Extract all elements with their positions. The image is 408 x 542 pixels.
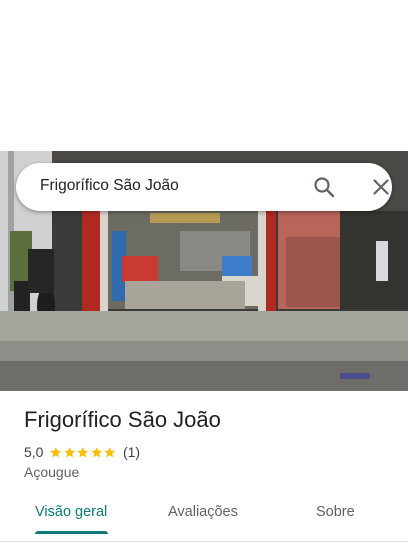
search-bar[interactable]: Frigorífico São João	[16, 163, 392, 211]
tab-overview[interactable]: Visão geral	[35, 504, 107, 520]
rating-stars	[49, 446, 117, 459]
star-icon	[91, 446, 103, 457]
tab-about[interactable]: Sobre	[316, 504, 355, 520]
close-icon[interactable]	[369, 175, 393, 199]
rating-row[interactable]: 5,0 (1)	[24, 443, 140, 461]
star-icon	[64, 446, 76, 457]
star-icon	[50, 446, 62, 457]
place-title: Frigorífico São João	[24, 407, 221, 432]
place-category: Açougue	[24, 464, 80, 480]
rating-value: 5,0	[24, 444, 44, 460]
tab-selected-indicator	[35, 531, 108, 534]
star-icon	[104, 446, 116, 457]
search-icon[interactable]	[312, 175, 336, 199]
place-tabs: Visão geral Avaliações Sobre	[0, 494, 408, 542]
review-count[interactable]: (1)	[123, 444, 140, 460]
tab-reviews[interactable]: Avaliações	[168, 504, 238, 520]
star-icon	[77, 446, 89, 457]
map-top-area	[0, 0, 408, 151]
search-input[interactable]: Frigorífico São João	[40, 177, 179, 195]
